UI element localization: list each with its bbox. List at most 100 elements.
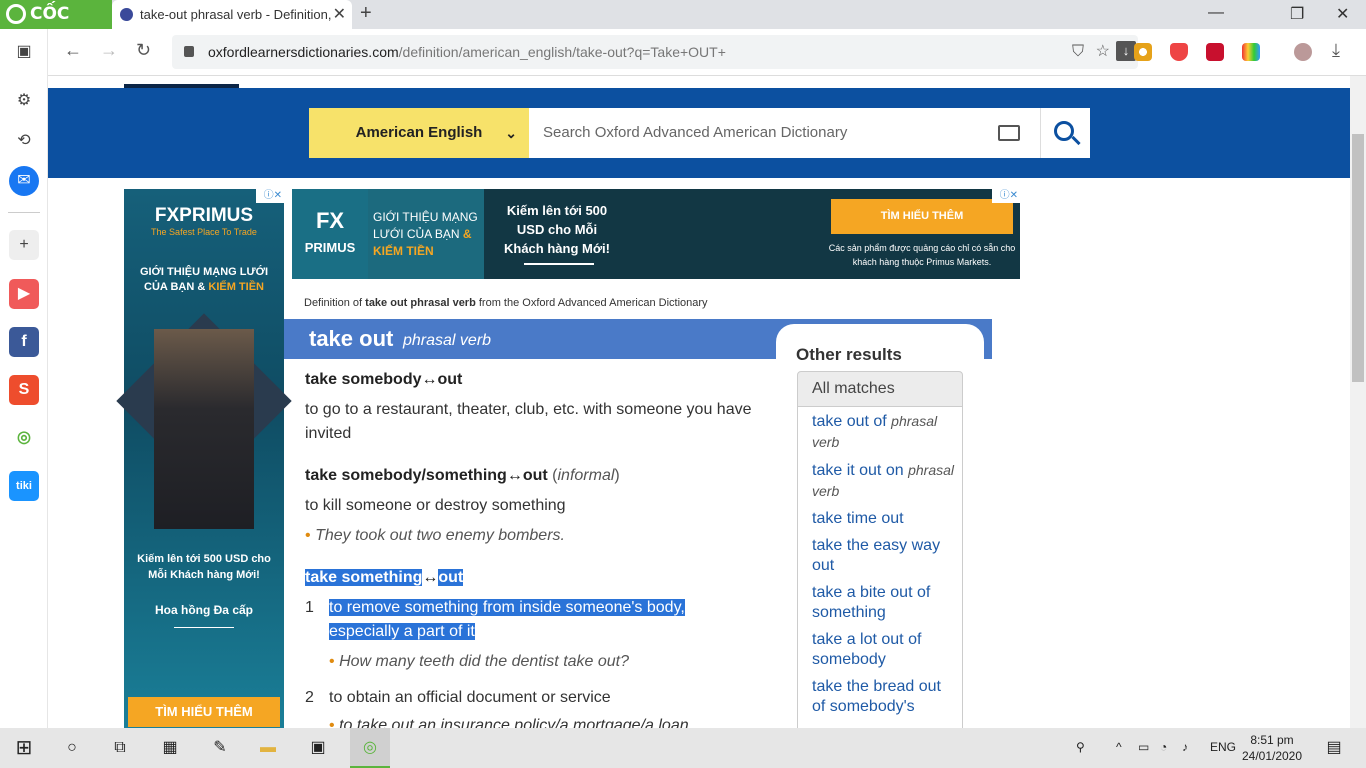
breadcrumb: Definition of take out phrasal verb from… <box>304 297 708 309</box>
forward-icon[interactable]: → <box>100 40 118 61</box>
history-icon[interactable]: ⟲ <box>9 126 39 156</box>
bookmark-star-icon[interactable]: ☆ <box>1096 35 1110 69</box>
windows-start-icon[interactable]: ⊞ <box>12 736 36 760</box>
app-icon[interactable]: ▦ <box>158 736 182 760</box>
task-view-icon[interactable]: ⧉ <box>108 736 132 760</box>
result-link[interactable]: take out of phrasal verb <box>812 411 954 453</box>
ad-close-icon[interactable]: ⓘ✕ <box>256 189 284 203</box>
result-link[interactable]: take time out <box>812 509 954 529</box>
example-sense-3-1: • How many teeth did the dentist take ou… <box>329 653 630 670</box>
tiki-icon[interactable]: tiki <box>9 471 39 501</box>
battery-icon[interactable]: ▭ <box>1138 740 1149 754</box>
downloads-icon[interactable]: ⤓ <box>1332 40 1340 61</box>
browser-tab[interactable]: take-out phrasal verb - Definition, ✕ <box>112 0 352 29</box>
left-advertisement[interactable]: FXPRIMUS The Safest Place To Trade GIỚI … <box>116 189 292 728</box>
extension-chrome-icon[interactable] <box>1134 43 1152 61</box>
file-explorer-icon[interactable]: ▬ <box>256 736 280 760</box>
sense-number-1: 1 <box>305 599 314 616</box>
taskbar-clock[interactable]: 8:51 pm 24/01/2020 <box>1240 732 1304 764</box>
result-link[interactable]: take the bread out of somebody's <box>812 677 954 717</box>
tab-all-matches[interactable]: All matches <box>797 371 963 407</box>
definition-sense-2: to kill someone or destroy something <box>305 497 566 514</box>
extension-red-icon[interactable] <box>1206 43 1224 61</box>
site-top-strip <box>48 76 1350 88</box>
part-of-speech: phrasal verb <box>403 332 492 349</box>
ad-brand: FXPRIMUS <box>154 205 254 226</box>
ad-intro: GIỚI THIỆU MẠNG LƯỚI CỦA BẠN & KIẾM TIỀN <box>368 189 484 279</box>
extension-shield-icon[interactable] <box>1170 43 1188 61</box>
scrollbar-thumb[interactable] <box>1352 134 1364 382</box>
download-page-icon[interactable]: ↓ <box>1116 41 1136 61</box>
minimize-button[interactable]: — <box>1208 4 1224 22</box>
settings-gear-icon[interactable]: ⚙ <box>9 86 39 116</box>
sense-number-2: 2 <box>305 689 314 706</box>
profile-avatar[interactable] <box>1294 43 1312 61</box>
shopee-icon[interactable]: S <box>9 375 39 405</box>
notifications-icon[interactable]: ▤ <box>1322 736 1346 760</box>
ad-cta-button[interactable]: TÌM HIỂU THÊM <box>128 697 280 727</box>
facebook-icon[interactable]: f <box>9 327 39 357</box>
ad-top-cta-button[interactable]: TÌM HIỂU THÊM <box>831 199 1013 234</box>
restore-button[interactable]: ❐ <box>1290 4 1304 24</box>
phrasal-verb-sense-3: take something↔out <box>305 569 464 586</box>
ad-logo: FX PRIMUS <box>292 189 368 279</box>
ad-commission: Hoa hồng Đa cấp <box>154 603 253 617</box>
example-sense-2: • They took out two enemy bombers. <box>305 527 565 544</box>
close-window-button[interactable]: ✕ <box>1336 4 1349 24</box>
search-circle-icon[interactable]: ○ <box>60 736 84 760</box>
tab-title: take-out phrasal verb - Definition, <box>140 7 332 22</box>
ad-offer-text: Kiếm lên tới 500 USD cho Mỗi Khách hàng … <box>503 203 611 256</box>
youtube-icon[interactable]: ▶ <box>9 279 39 309</box>
browser-sidebar: ▣ ⚙ ⟲ ✉ + ▶ f S ◎ tiki <box>0 29 48 728</box>
back-icon[interactable]: ← <box>64 40 82 61</box>
language-indicator[interactable]: ENG <box>1210 740 1236 754</box>
messenger-icon[interactable]: ✉ <box>9 166 39 196</box>
chevron-down-icon: ⌄ <box>505 125 517 141</box>
address-bar[interactable]: oxfordlearnersdictionaries.com/definitio… <box>172 35 1138 69</box>
volume-icon[interactable]: ♪ <box>1182 740 1188 754</box>
keyboard-icon[interactable] <box>998 125 1020 141</box>
language-selector[interactable]: American English ⌄ <box>309 108 529 158</box>
wifi-icon[interactable]: ◔ <box>1160 740 1167 754</box>
ad-tagline: The Safest Place To Trade <box>151 227 257 237</box>
lock-icon <box>184 46 194 57</box>
people-icon[interactable]: ⚲ <box>1076 740 1085 754</box>
shield-icon[interactable]: ⛉ <box>1072 35 1084 69</box>
definition-sense-1: to go to a restaurant, theater, club, et… <box>305 401 752 442</box>
extension-colors-icon[interactable] <box>1242 43 1260 61</box>
top-advertisement[interactable]: FX PRIMUS GIỚI THIỆU MẠNG LƯỚI CỦA BẠN & … <box>292 189 1020 279</box>
show-hidden-icons[interactable]: ^ <box>1116 740 1122 754</box>
headword: take out <box>309 326 394 351</box>
ad-offer: Kiếm lên tới 500 USD cho Mỗi Khách hàng … <box>137 553 271 581</box>
coccoc-menu-button[interactable]: CỐC CỐC <box>0 0 112 53</box>
web-page: American English ⌄ Search Oxford Advanced… <box>48 76 1350 728</box>
other-results-title: Other results <box>796 345 902 364</box>
result-link[interactable]: take a lot out of somebody <box>812 630 954 670</box>
search-icon-handle <box>1071 135 1081 146</box>
app-paint-icon[interactable]: ✎ <box>208 736 232 760</box>
phrasal-verb-sense-1: take somebody↔out <box>305 371 463 388</box>
search-input[interactable]: Search Oxford Advanced American Dictiona… <box>529 108 1040 158</box>
reload-icon[interactable]: ↻ <box>136 40 151 61</box>
result-link[interactable]: take a bite out of something <box>812 583 954 623</box>
ad-disclaimer: Các sản phẩm được quảng cáo chỉ có sẵn c… <box>828 243 1016 267</box>
phrasal-verb-sense-2: take somebody/something↔out (informal) <box>305 467 620 484</box>
result-link[interactable]: take the easy way out <box>812 536 954 576</box>
ad-offer-underline <box>524 263 594 265</box>
url-host: oxfordlearnersdictionaries.com <box>208 44 399 60</box>
coccoc-app-icon[interactable]: ◎ <box>9 423 39 453</box>
navigation-bar: ← → ↻ oxfordlearnersdictionaries.com/def… <box>48 29 1366 76</box>
result-link[interactable]: take it out on phrasal verb <box>812 460 954 502</box>
app-image-icon[interactable]: ▣ <box>306 736 330 760</box>
tab-close-icon[interactable]: ✕ <box>333 0 346 29</box>
example-sense-3-2: • to take out an insurance policy/a mort… <box>329 717 689 728</box>
language-label: American English <box>355 124 483 141</box>
ad-person-image <box>154 329 254 529</box>
search-button[interactable] <box>1040 108 1090 158</box>
sidebar-toggle-icon[interactable]: ▣ <box>9 37 39 67</box>
ad-top-close-icon[interactable]: ⓘ✕ <box>992 189 1020 203</box>
new-tab-button[interactable]: + <box>360 2 372 25</box>
title-bar: CỐC CỐC take-out phrasal verb - Definiti… <box>0 0 1366 53</box>
coccoc-taskbar-icon[interactable]: ◎ <box>350 728 390 768</box>
add-app-icon[interactable]: + <box>9 230 39 260</box>
